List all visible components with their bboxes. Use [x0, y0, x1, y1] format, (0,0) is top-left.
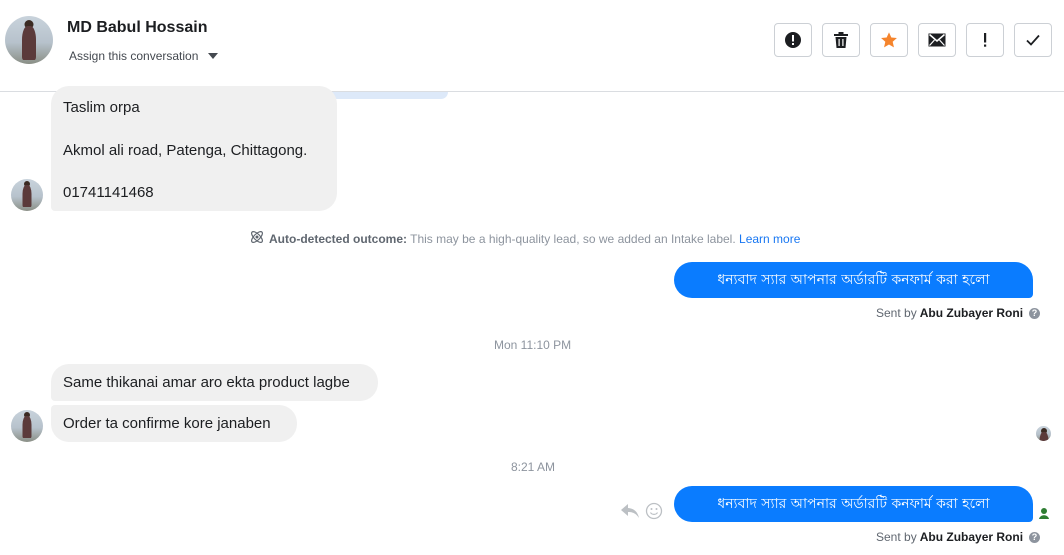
sender-avatar[interactable]: [11, 410, 43, 442]
seen-indicator-icon: [1039, 508, 1049, 519]
smiley-icon[interactable]: [645, 502, 663, 520]
reply-icon[interactable]: [620, 503, 640, 519]
atom-icon: [251, 231, 263, 243]
envelope-icon: [928, 33, 946, 47]
follow-up-button[interactable]: [966, 23, 1004, 57]
star-button[interactable]: [870, 23, 908, 57]
contact-name[interactable]: MD Babul Hossain: [67, 19, 207, 37]
help-icon[interactable]: ?: [1029, 307, 1041, 319]
delete-button[interactable]: [822, 23, 860, 57]
mark-done-button[interactable]: [1014, 23, 1052, 57]
message-bubble-address[interactable]: Taslim orpa Akmol ali road, Patenga, Chi…: [51, 86, 337, 211]
auto-detected-outcome: Auto-detected outcome: This may be a hig…: [249, 228, 800, 246]
message-line: 01741141468: [63, 184, 154, 201]
assign-label: Assign this conversation: [69, 49, 199, 63]
sent-by-label: Sent by Abu Zubayer Roni ?: [876, 530, 1041, 544]
caret-down-icon: [208, 53, 219, 59]
conversation-header: MD Babul Hossain Assign this conversatio…: [0, 0, 1064, 92]
sent-by-label: Sent by Abu Zubayer Roni ?: [876, 306, 1041, 320]
outcome-label: Auto-detected outcome:: [269, 232, 407, 246]
checkmark-icon: [1026, 34, 1040, 46]
mark-unread-button[interactable]: [918, 23, 956, 57]
seen-by-avatar: [1036, 426, 1051, 441]
message-text: ধন্যবাদ স্যার আপনার অর্ডারটি কনফার্ম করা…: [717, 495, 990, 512]
previous-bubble-fragment: [330, 92, 448, 99]
alert-circle-icon: [785, 32, 801, 48]
outcome-text: This may be a high-quality lead, so we a…: [410, 232, 736, 246]
sender-name: Abu Zubayer Roni: [919, 306, 1024, 320]
message-bubble[interactable]: Same thikanai amar aro ekta product lagb…: [51, 364, 378, 401]
message-text: Same thikanai amar aro ekta product lagb…: [63, 374, 350, 391]
sender-name: Abu Zubayer Roni: [919, 530, 1024, 544]
trash-icon: [834, 32, 848, 48]
message-bubble[interactable]: Order ta confirme kore janaben: [51, 405, 297, 442]
exclamation-icon: [984, 33, 987, 47]
message-bubble-reply[interactable]: ধন্যবাদ স্যার আপনার অর্ডারটি কনফার্ম করা…: [674, 262, 1033, 298]
message-line: Taslim orpa: [63, 99, 140, 116]
sender-avatar[interactable]: [11, 179, 43, 211]
mark-spam-button[interactable]: [774, 23, 812, 57]
message-line: Akmol ali road, Patenga, Chittagong.: [63, 142, 308, 159]
help-icon[interactable]: ?: [1029, 531, 1041, 543]
message-text: ধন্যবাদ স্যার আপনার অর্ডারটি কনফার্ম করা…: [717, 271, 990, 288]
message-bubble-reply[interactable]: ধন্যবাদ স্যার আপনার অর্ডারটি কনফার্ম করা…: [674, 486, 1033, 522]
star-icon: [881, 32, 897, 48]
contact-avatar[interactable]: [5, 16, 53, 64]
learn-more-link[interactable]: Learn more: [739, 232, 800, 246]
assign-conversation-dropdown[interactable]: Assign this conversation: [69, 49, 219, 63]
timestamp: 8:21 AM: [511, 460, 556, 474]
timestamp: Mon 11:10 PM: [494, 338, 572, 352]
message-text: Order ta confirme kore janaben: [63, 415, 271, 432]
